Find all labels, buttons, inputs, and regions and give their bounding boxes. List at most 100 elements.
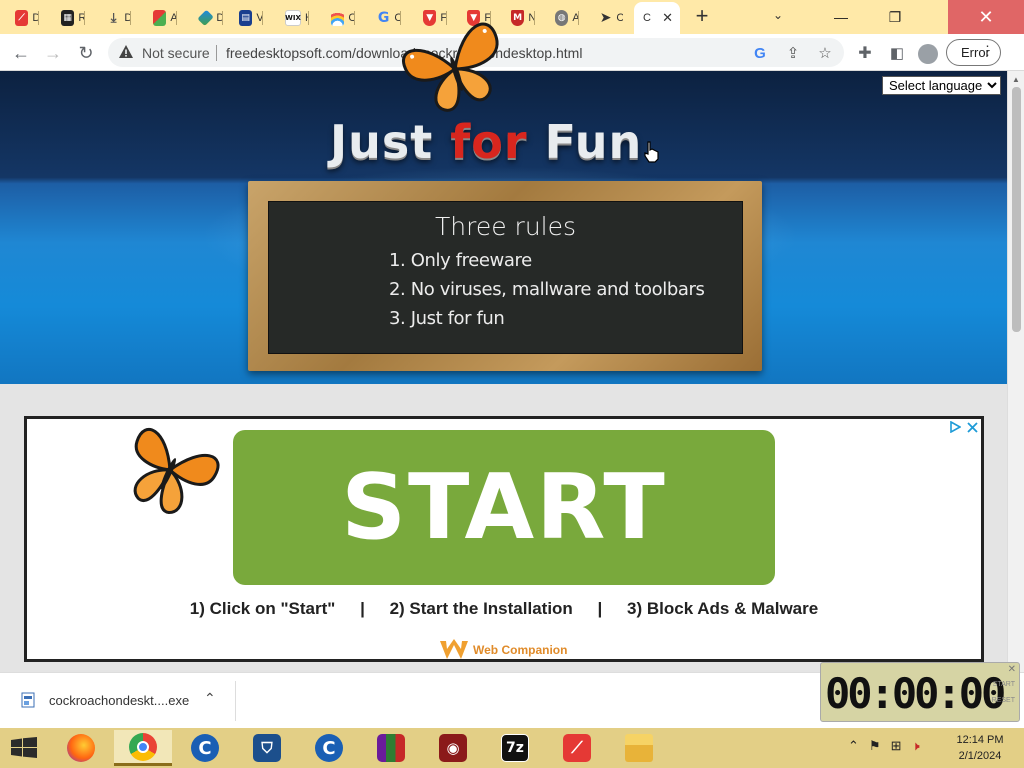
download-item[interactable]: cockroachondeskt....exe ⌃ [12,681,236,721]
cursor-icon: ➤ [599,10,612,26]
7zip-icon: 7z [501,734,529,762]
adchoices-icon[interactable] [949,421,961,433]
bookmark-star-icon[interactable]: ☆ [815,43,835,63]
browser-tab[interactable]: A [146,6,177,30]
browser-tab[interactable]: ⟋ D [8,6,39,30]
scroll-thumb[interactable] [1012,87,1021,332]
ad-choices[interactable] [944,420,978,434]
timer-widget[interactable]: ✕ 00:00:00 START RESET [820,662,1020,722]
menu-dots-icon[interactable]: ⋮ [981,43,994,59]
close-ad-icon[interactable] [967,421,978,433]
show-hidden-icons-icon[interactable]: ⌃ [848,738,859,754]
ad-step-separator: | [597,599,603,618]
taskbar-ccleaner[interactable]: C [176,730,234,766]
rainbow-icon [331,10,345,26]
globe-icon: ◍ [555,10,569,26]
browser-tab[interactable]: ⤓ D [100,6,131,30]
taskbar-winrar[interactable] [362,730,420,766]
taskbar-file-explorer[interactable] [610,730,668,766]
reload-button[interactable]: ↻ [73,40,99,66]
error-profile-button[interactable]: Error ⋮ [946,39,1001,66]
title-part-highlight: for [450,115,528,169]
taskbar-firefox[interactable] [52,730,110,766]
profile-avatar-icon[interactable] [918,44,938,64]
side-panel-icon[interactable]: ◧ [884,40,910,66]
chalkboard-frame: Three rules 1. Only freeware 2. No virus… [248,181,762,371]
browser-toolbar: ← → ↻ Not secure freedesktopsoft.com/dow… [0,34,1024,71]
tab-strip: ⟋ D ▦ R ⤓ D A D ▤ V WIX H C G C ▼ F ▼ F … [0,0,1024,34]
clock-time: 12:14 PM [956,734,1004,746]
minimize-button[interactable]: — [818,0,864,34]
browser-tab[interactable]: D [192,6,223,30]
screen-recorder-icon: ◉ [439,734,467,762]
extensions-puzzle-icon[interactable]: ✚ [852,40,878,66]
language-select[interactable]: Select language [882,76,1001,95]
hand-cursor-icon [644,141,659,163]
tab-search-button[interactable]: ⌄ [768,8,788,26]
system-clock[interactable]: 12:14 PM 2/1/2024 [946,732,1014,764]
omnibox-divider [216,45,217,61]
timer-start-label[interactable]: START [993,681,1015,688]
hero-banner: Just for Fun Three rules 1. Only freewar… [0,71,1007,384]
taskbar-defender[interactable]: ⛉ [238,730,296,766]
new-tab-button[interactable]: + [690,5,714,28]
tab-title: C [616,12,623,24]
browser-tab-active[interactable]: C ✕ [634,2,680,34]
browser-tab[interactable]: ▤ V [232,6,263,30]
forward-button[interactable]: → [40,40,66,66]
exe-file-icon [21,692,35,708]
browser-tab[interactable]: WIX H [278,6,309,30]
close-timer-icon[interactable]: ✕ [1008,664,1016,675]
page-scrollbar[interactable]: ▲ [1007,71,1024,672]
download-filename[interactable]: cockroachondeskt....exe [49,693,189,708]
rule-item: 1. Only freeware [389,250,532,271]
timer-reset-label[interactable]: RESET [992,697,1015,704]
ad-steps: 1) Click on "Start" | 2) Start the Insta… [27,599,981,619]
taskbar-chrome[interactable] [114,730,172,766]
share-icon[interactable]: ⇪ [783,43,803,63]
close-window-button[interactable]: ✕ [948,0,1024,34]
taskbar-ccleaner[interactable]: C [300,730,358,766]
tab-separator [222,11,223,25]
network-icon[interactable]: ⊞ [891,738,902,754]
tab-separator [534,11,535,25]
close-tab-icon[interactable]: ✕ [662,10,673,26]
ccleaner-icon: C [315,734,343,762]
site-title: Just for Fun [330,115,642,169]
restore-button[interactable]: ❐ [872,0,918,34]
ad-step: 1) Click on "Start" [189,599,336,618]
windows-start-icon[interactable] [10,737,38,759]
taskbar-7zip[interactable]: 7z [486,730,544,766]
browser-tab[interactable]: ▦ R [54,6,85,30]
tab-separator [176,11,177,25]
window-icon: ▤ [239,10,253,26]
windows-tiles-icon [153,10,167,26]
rule-item: 3. Just for fun [389,308,505,329]
chrome-icon [129,732,157,761]
security-label[interactable]: Not secure [142,45,210,61]
taskbar-avira[interactable]: ⟋ [548,730,606,766]
chevron-up-icon[interactable]: ⌃ [204,690,216,707]
tab-separator [308,11,309,25]
browser-tab[interactable]: G C [370,6,401,30]
download-icon: ⤓ [110,10,117,26]
scroll-up-arrow-icon[interactable]: ▲ [1012,75,1020,84]
taskbar-screen-recorder[interactable]: ◉ [424,730,482,766]
google-translate-icon[interactable]: G [750,43,770,63]
winrar-icon [377,734,405,762]
butterfly-icon [402,22,499,112]
flag-icon[interactable]: ⚑ [869,738,881,754]
browser-tab[interactable]: C [324,6,355,30]
browser-tab[interactable]: ➤ C [592,6,623,30]
chalkboard: Three rules 1. Only freeware 2. No virus… [268,201,743,354]
7zip-label: 7z [506,740,524,756]
ad-brand-label: Web Companion [473,643,568,657]
browser-tab[interactable]: ◍ A [548,6,579,30]
ad-step: 2) Start the Installation [389,599,573,618]
back-button[interactable]: ← [8,40,34,66]
start-button[interactable]: START [233,430,775,585]
warning-icon[interactable] [118,44,134,60]
volume-muted-icon[interactable]: 🕨 [911,738,919,754]
system-tray: ⌃ ⚑ ⊞ 🕨 [848,738,920,754]
tab-separator [84,11,85,25]
